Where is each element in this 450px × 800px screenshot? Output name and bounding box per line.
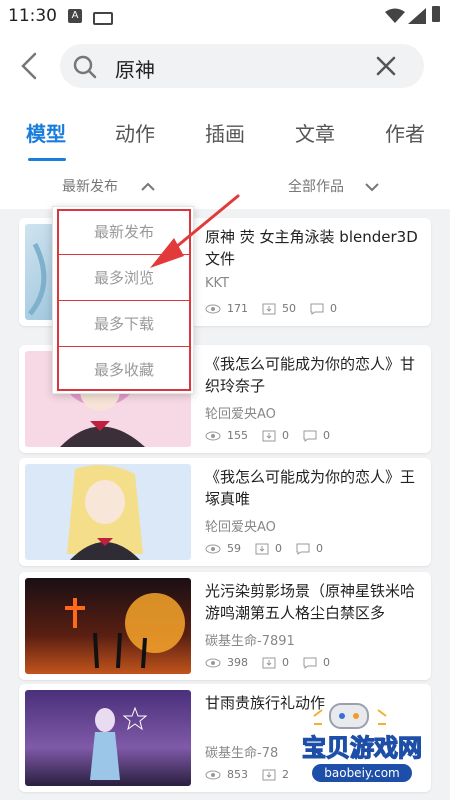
download-count: 0 [275,542,282,555]
download-icon [262,303,276,314]
download-icon [262,430,276,441]
sort-menu: 最新发布 最多浏览 最多下载 最多收藏 [52,206,194,394]
tab-motions[interactable]: 动作 [115,118,155,147]
menu-item-newest[interactable]: 最新发布 [57,209,191,255]
view-count: 398 [227,656,248,669]
comment-icon [296,543,310,555]
comment-icon [310,303,324,315]
download-count: 0 [282,429,289,442]
search-input[interactable]: 原神 [115,54,155,83]
comment-count: 0 [330,302,337,315]
result-card[interactable]: 《我怎么可能成为你的恋人》王塚真唯轮回爱央AO 59 0 0 [19,458,431,566]
tab-models[interactable]: 模型 [26,118,66,147]
filter-bar: 最新发布 全部作品 [0,174,450,204]
search-icon [73,55,97,79]
clock: 11:30 [8,6,57,26]
wifi-icon [385,8,405,23]
download-count: 50 [282,302,296,315]
eye-icon [205,431,221,440]
menu-item-most-viewed[interactable]: 最多浏览 [57,255,191,301]
thumbnail [25,578,191,674]
download-count: 0 [282,656,289,669]
item-title: 《我怎么可能成为你的恋人》甘织玲奈子 [205,355,416,395]
menu-item-most-favorited[interactable]: 最多收藏 [57,347,191,393]
eye-icon [205,770,221,779]
back-icon[interactable] [20,52,38,80]
comment-count: 0 [323,429,330,442]
item-author: KKT [205,276,229,291]
chevron-down-icon[interactable] [364,182,380,192]
item-title: 光污染剪影场景（原神星铁米哈游鸣潮第五人格尘白禁区多log... [205,582,416,622]
active-tab-indicator [28,158,66,161]
menu-item-most-downloaded[interactable]: 最多下载 [57,301,191,347]
comment-count: 0 [316,542,323,555]
signal-icon [408,8,426,24]
watermark-url: baobeiy.com [324,766,399,780]
item-title: 《我怎么可能成为你的恋人》王塚真唯 [205,468,416,508]
result-card[interactable]: 光污染剪影场景（原神星铁米哈游鸣潮第五人格尘白禁区多log... 碳基生命-789… [19,572,431,680]
status-bar: 11:30 A [0,0,450,34]
watermark-title: 宝贝游戏网 [302,734,422,762]
item-author: 轮回爱央AO [205,407,276,422]
keyboard-icon [93,12,113,25]
notification-icon: A [68,9,82,23]
eye-icon [205,304,221,313]
tab-bar: 模型 动作 插画 文章 作者 [0,114,450,154]
close-icon[interactable] [376,56,396,76]
download-icon [262,657,276,668]
watermark-logo: 宝贝游戏网 baobeiy.com [274,694,450,794]
tab-articles[interactable]: 文章 [295,118,335,147]
eye-icon [205,544,221,553]
tab-illustrations[interactable]: 插画 [205,118,245,147]
view-count: 59 [227,542,241,555]
sort-dropdown[interactable]: 最新发布 [62,176,118,196]
scope-dropdown[interactable]: 全部作品 [288,176,344,196]
header: 原神 模型 动作 插画 文章 作者 最新发布 全部作品 [0,34,450,209]
thumbnail [25,464,191,560]
battery-icon [432,6,440,22]
comment-icon [303,430,317,442]
item-title: 原神 荧 女主角泳装 blender3D文件 [205,228,418,268]
download-icon [255,543,269,554]
chevron-up-icon[interactable] [140,182,156,192]
tab-authors[interactable]: 作者 [385,118,425,147]
view-count: 155 [227,429,248,442]
item-author: 轮回爱央AO [205,520,276,535]
comment-icon [303,657,317,669]
search-bar[interactable]: 原神 [60,44,424,88]
eye-icon [205,658,221,667]
item-author: 碳基生命-7891 [205,634,295,649]
comment-count: 0 [323,656,330,669]
thumbnail [25,690,191,786]
view-count: 171 [227,302,248,315]
view-count: 853 [227,768,248,781]
